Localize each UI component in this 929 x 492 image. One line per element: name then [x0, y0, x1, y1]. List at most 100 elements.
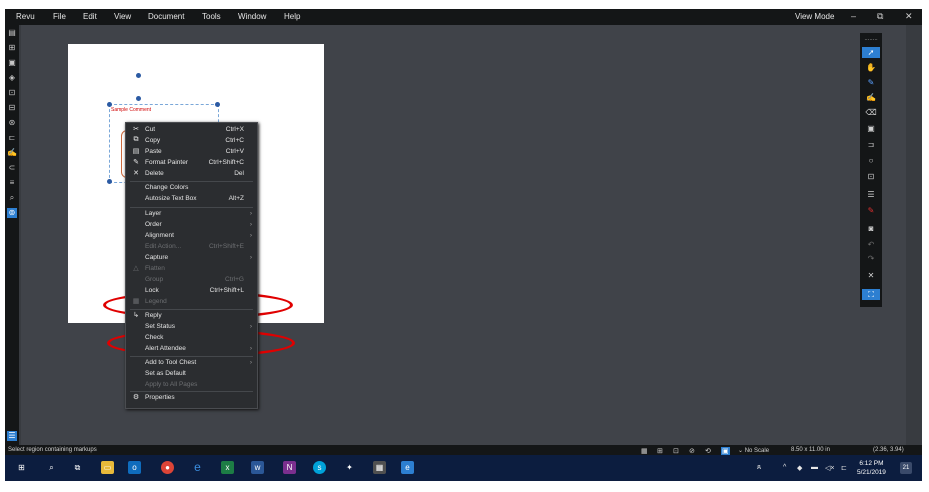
- menu-window[interactable]: Window: [238, 12, 266, 21]
- layers-icon[interactable]: ◈: [7, 73, 17, 83]
- menu-item-alert-attendee[interactable]: Alert Attendee ›: [126, 344, 257, 354]
- signature-icon[interactable]: ✍: [7, 148, 17, 158]
- scale-toggle-icon[interactable]: ▣: [721, 447, 730, 455]
- studio-icon[interactable]: ⊛: [7, 118, 17, 128]
- menu-item-paste[interactable]: ▤ Paste Ctrl+V: [126, 147, 257, 157]
- volume-icon[interactable]: ◁×: [825, 464, 834, 472]
- gear-icon: ⚙: [132, 394, 140, 401]
- action-center-icon[interactable]: 21: [900, 462, 912, 474]
- system-clock[interactable]: 6:12 PM 5/21/2019: [857, 459, 886, 477]
- menu-help[interactable]: Help: [284, 12, 300, 21]
- calculator-icon[interactable]: ▦: [373, 461, 386, 474]
- menu-item-format-painter[interactable]: ✎ Format Painter Ctrl+Shift+C: [126, 158, 257, 168]
- properties-panel-icon[interactable]: ⊟: [7, 103, 17, 113]
- windows-start-icon[interactable]: ⊞: [15, 461, 28, 474]
- sync-icon[interactable]: ⊡: [673, 447, 679, 455]
- menu-item-lock[interactable]: Lock Ctrl+Shift+L: [126, 286, 257, 296]
- menu-document[interactable]: Document: [148, 12, 184, 21]
- color-picker-icon[interactable]: ✎: [862, 205, 880, 216]
- snapshot-camera-icon[interactable]: ◙: [862, 223, 880, 234]
- tray-chevron-icon[interactable]: ^: [783, 464, 786, 471]
- pan-hand-icon[interactable]: ✋: [862, 62, 880, 73]
- internet-explorer-icon[interactable]: e: [191, 461, 204, 474]
- menu-item-properties[interactable]: ⚙ Properties: [126, 393, 257, 403]
- ellipse-icon[interactable]: ○: [862, 155, 880, 166]
- markups-list-icon[interactable]: ≡: [7, 178, 17, 188]
- view-mode-menu[interactable]: View Mode: [795, 12, 834, 21]
- reuse-icon[interactable]: ⊘: [689, 447, 695, 455]
- file-explorer-icon[interactable]: ▭: [101, 461, 114, 474]
- measure-icon[interactable]: ⊏: [7, 133, 17, 143]
- menu-view[interactable]: View: [114, 12, 131, 21]
- menu-item-copy[interactable]: ⧉ Copy Ctrl+C: [126, 136, 257, 146]
- menu-item-change-colors[interactable]: Change Colors: [126, 183, 257, 193]
- links-icon[interactable]: ⊂: [7, 163, 17, 173]
- menu-item-cut[interactable]: ✂ Cut Ctrl+X: [126, 125, 257, 135]
- file-access-icon[interactable]: ▣: [7, 58, 17, 68]
- snap-icon[interactable]: ⊞: [657, 447, 663, 455]
- rotation-handle[interactable]: [136, 73, 141, 78]
- menu-item-autosize-text-box[interactable]: Autosize Text Box Alt+Z: [126, 194, 257, 204]
- close-toolbar-icon[interactable]: ✕: [862, 270, 880, 281]
- menu-item-delete[interactable]: ✕ Delete Del: [126, 169, 257, 179]
- redo-icon[interactable]: ↷: [862, 253, 880, 264]
- menu-item-capture[interactable]: Capture ›: [126, 253, 257, 263]
- menu-item-check[interactable]: Check: [126, 333, 257, 343]
- menu-item-label: Copy: [145, 137, 161, 144]
- selection-handle[interactable]: [136, 96, 141, 101]
- input-method-icon[interactable]: ⊏: [841, 464, 847, 472]
- undo-icon[interactable]: ↶: [862, 239, 880, 250]
- selection-handle[interactable]: [107, 179, 112, 184]
- close-button[interactable]: ✕: [905, 11, 913, 22]
- excel-icon[interactable]: x: [221, 461, 234, 474]
- paint-icon[interactable]: ✦: [343, 461, 356, 474]
- thumbnails-icon[interactable]: ▤: [7, 28, 17, 38]
- pen-icon[interactable]: ✎: [862, 77, 880, 88]
- menu-item-alignment[interactable]: Alignment ›: [126, 231, 257, 241]
- search-icon[interactable]: ⌕: [7, 193, 17, 203]
- minimize-button[interactable]: –: [851, 11, 856, 21]
- selection-handle[interactable]: [215, 102, 220, 107]
- region-select-icon[interactable]: ⊚: [7, 208, 17, 218]
- restore-button[interactable]: ⧉: [877, 11, 883, 22]
- grid-icon[interactable]: ▦: [641, 447, 648, 455]
- delete-x-icon: ✕: [133, 170, 139, 177]
- chrome-icon[interactable]: ●: [161, 461, 174, 474]
- toolbar-grip[interactable]: ········: [862, 35, 880, 46]
- menu-item-order[interactable]: Order ›: [126, 220, 257, 230]
- highlighter-icon[interactable]: ✍: [862, 92, 880, 103]
- text-box-icon[interactable]: ▣: [862, 123, 880, 134]
- scale-dropdown[interactable]: ⌄ No Scale: [738, 447, 769, 454]
- menu-file[interactable]: File: [53, 12, 66, 21]
- markups-panel-icon[interactable]: ☰: [7, 431, 17, 441]
- markup-toggle-icon[interactable]: ⟲: [705, 447, 711, 455]
- menu-item-add-to-tool-chest[interactable]: Add to Tool Chest ›: [126, 358, 257, 368]
- line-style-icon[interactable]: ☰: [862, 189, 880, 200]
- menu-item-set-status[interactable]: Set Status ›: [126, 322, 257, 332]
- skype-icon[interactable]: s: [313, 461, 326, 474]
- bookmarks-icon[interactable]: ⊞: [7, 43, 17, 53]
- menu-edit[interactable]: Edit: [83, 12, 97, 21]
- callout-icon[interactable]: ⊐: [862, 139, 880, 150]
- fullscreen-icon[interactable]: ⛶: [862, 289, 880, 300]
- menu-revu[interactable]: Revu: [16, 12, 35, 21]
- menu-tools[interactable]: Tools: [202, 12, 221, 21]
- comment-text[interactable]: Sample Comment: [111, 107, 151, 113]
- search-icon[interactable]: ⌕: [45, 461, 58, 474]
- people-icon[interactable]: ጸ: [757, 464, 761, 472]
- bluebeam-revu-icon[interactable]: e: [401, 461, 414, 474]
- menu-item-label: Alert Attendee: [145, 345, 186, 352]
- menu-item-layer[interactable]: Layer ›: [126, 209, 257, 219]
- eraser-icon[interactable]: ⌫: [862, 107, 880, 118]
- word-icon[interactable]: w: [251, 461, 264, 474]
- outlook-icon[interactable]: o: [128, 461, 141, 474]
- task-view-icon[interactable]: ⧉: [71, 461, 84, 474]
- onenote-icon[interactable]: N: [283, 461, 296, 474]
- select-arrow-icon[interactable]: ➚: [862, 47, 880, 58]
- tool-chest-icon[interactable]: ⊡: [7, 88, 17, 98]
- battery-icon[interactable]: ▬: [811, 464, 818, 471]
- dropbox-icon[interactable]: ◆: [797, 464, 802, 472]
- note-icon[interactable]: ⊡: [862, 171, 880, 182]
- menu-item-set-as-default[interactable]: Set as Default: [126, 369, 257, 379]
- menu-item-reply[interactable]: ↳ Reply: [126, 311, 257, 321]
